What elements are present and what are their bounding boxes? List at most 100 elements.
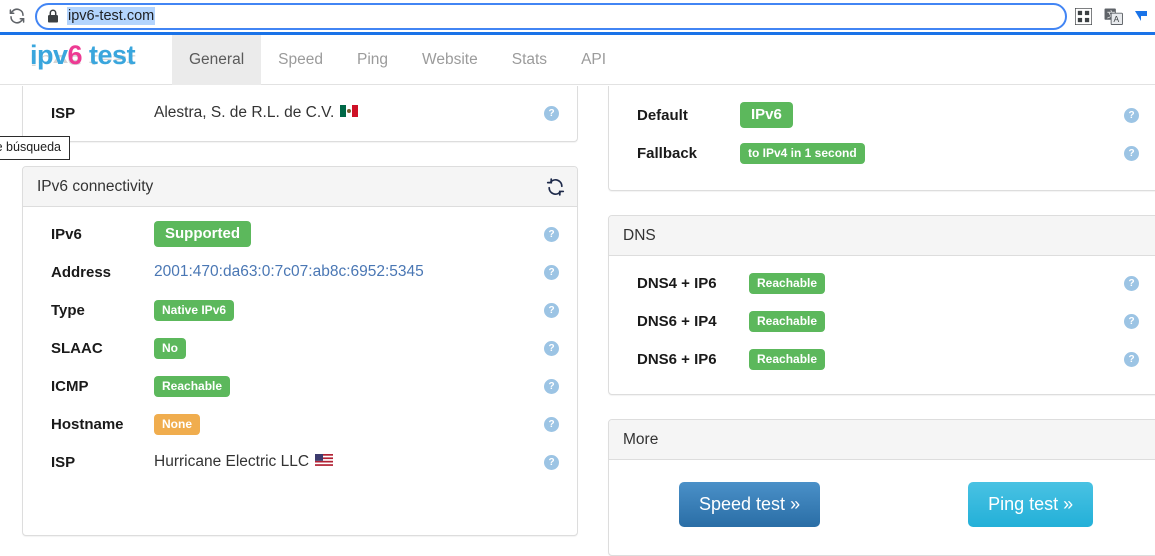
table-row: ISP Hurricane Electric LLC [23,443,577,481]
ipv6-panel-body: IPv6 Supported ? Address 2001:470:da63:0… [23,207,577,491]
more-panel-title: More [623,431,658,449]
tab-general-label: General [189,51,244,69]
ipv6-panel-header: IPv6 connectivity [23,167,577,207]
isp-row-value: Alestra, S. de R.L. de C.V. [154,104,358,122]
help-icon[interactable]: ? [544,303,559,318]
status-badge: Reachable [749,311,825,332]
more-panel-buttons: Speed test » Ping test » [609,460,1155,551]
help-icon[interactable]: ? [1124,314,1139,329]
row-value-type: Native IPv6 [154,300,234,321]
table-row: Default IPv6 ? [609,96,1155,134]
qr-code-icon[interactable] [1073,6,1093,26]
table-row: ICMP Reachable ? [23,367,577,405]
table-row: Hostname None ? [23,405,577,443]
help-icon[interactable]: ? [544,455,559,470]
isp-row: ISP Alestra, S. de R.L. de C.V. ? [23,86,577,140]
help-icon[interactable]: ? [1124,276,1139,291]
isp-help-icon[interactable]: ? [544,106,559,121]
dns-panel-header: DNS [609,216,1155,256]
status-badge: Supported [154,221,251,247]
omnibox-actions: 文 A [1073,5,1155,27]
row-label-slaac: SLAAC [51,340,154,357]
logo-prefix: ipv [30,40,68,70]
ipv6-panel-title: IPv6 connectivity [37,178,153,196]
help-icon[interactable]: ? [544,379,559,394]
row-label-icmp: ICMP [51,378,154,395]
site-header: ipv6 test ipv6 test General Speed Ping W… [0,35,1155,85]
status-badge: IPv6 [740,102,793,128]
search-term-tooltip: érmino de búsqueda [0,136,70,160]
tab-ping-label: Ping [357,51,388,69]
status-badge: None [154,414,200,435]
tab-speed-label: Speed [278,51,323,69]
help-icon[interactable]: ? [1124,352,1139,367]
table-row: SLAAC No ? [23,329,577,367]
row-label-fallback: Fallback [637,145,740,162]
refresh-icon[interactable] [546,177,565,196]
reload-icon[interactable] [2,1,32,31]
tab-general[interactable]: General [172,35,261,85]
dns-panel: DNS DNS4 + IP6 Reachable ? DNS6 + IP4 [608,215,1155,395]
ping-test-button[interactable]: Ping test » [968,482,1093,527]
row-value-dns6-ip6: Reachable [749,349,825,370]
lock-icon [47,9,59,23]
logo-suffix: test [82,40,135,70]
browser-toolbar: ipv6-test.com 文 A [0,0,1155,32]
help-icon[interactable]: ? [1124,146,1139,161]
tab-speed[interactable]: Speed [261,35,340,85]
isp-row-label: ISP [51,105,154,122]
browser-panel-body: Default IPv6 ? Fallback to IPv4 in 1 sec… [609,86,1155,182]
help-icon[interactable]: ? [544,417,559,432]
row-value-icmp: Reachable [154,376,230,397]
url-text[interactable]: ipv6-test.com [67,7,155,25]
row-value-default: IPv6 [740,102,793,128]
site-logo[interactable]: ipv6 test [30,40,135,71]
main-nav: General Speed Ping Website Stats API [172,35,623,85]
isp-panel: ISP Alestra, S. de R.L. de C.V. ? [22,86,578,142]
row-label-address: Address [51,264,154,281]
tab-api-label: API [581,51,606,69]
translate-icon[interactable]: 文 A [1103,6,1123,26]
table-row: Type Native IPv6 ? [23,291,577,329]
row-label-type: Type [51,302,154,319]
page-content: ipv6 test ipv6 test General Speed Ping W… [0,35,1155,541]
row-label-dns6-ip6: DNS6 + IP6 [637,351,749,368]
tab-website-label: Website [422,51,478,69]
help-icon[interactable]: ? [544,265,559,280]
tab-api[interactable]: API [564,35,623,85]
logo-six: 6 [68,40,83,70]
row-label-dns6-ip4: DNS6 + IP4 [637,313,749,330]
row-value-slaac: No [154,338,186,359]
row-value-ipv6: Supported [154,221,251,247]
table-row: IPv6 Supported ? [23,215,577,253]
isp-row-text: Alestra, S. de R.L. de C.V. [154,104,334,122]
profile-avatar[interactable] [1133,5,1149,27]
tab-stats-label: Stats [512,51,547,69]
help-icon[interactable]: ? [1124,108,1139,123]
table-row: Address 2001:470:da63:0:7c07:ab8c:6952:5… [23,253,577,291]
status-badge: Reachable [154,376,230,397]
usa-flag-icon [315,453,333,471]
row-label-isp: ISP [51,454,154,471]
tab-website[interactable]: Website [405,35,495,85]
row-label-dns4-ip6: DNS4 + IP6 [637,275,749,292]
mexico-flag-icon [340,104,358,122]
row-value-dns4-ip6: Reachable [749,273,825,294]
row-label-ipv6: IPv6 [51,226,154,243]
row-label-hostname: Hostname [51,416,154,433]
browser-panel: Default IPv6 ? Fallback to IPv4 in 1 sec… [608,86,1155,191]
row-label-default: Default [637,107,740,124]
row-value-hostname: None [154,414,200,435]
tab-stats[interactable]: Stats [495,35,564,85]
row-value-address[interactable]: 2001:470:da63:0:7c07:ab8c:6952:5345 [154,263,424,281]
help-icon[interactable]: ? [544,341,559,356]
more-panel: More Speed test » Ping test » [608,419,1155,556]
help-icon[interactable]: ? [544,227,559,242]
table-row: Fallback to IPv4 in 1 second ? [609,134,1155,172]
tab-ping[interactable]: Ping [340,35,405,85]
address-bar[interactable]: ipv6-test.com [35,3,1067,30]
row-value-dns6-ip4: Reachable [749,311,825,332]
status-badge: Reachable [749,349,825,370]
dns-panel-title: DNS [623,227,656,245]
speed-test-button[interactable]: Speed test » [679,482,820,527]
